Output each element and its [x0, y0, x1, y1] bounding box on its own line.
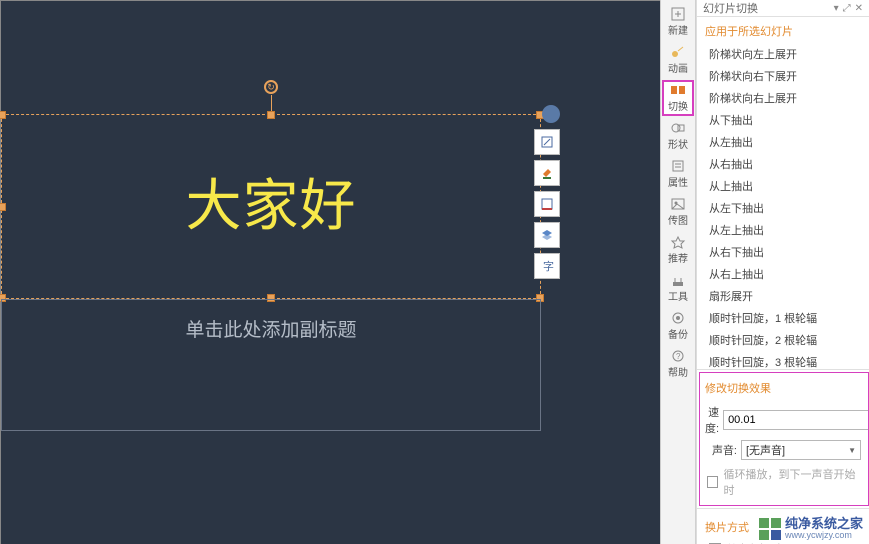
panel-dropdown-icon[interactable]: ▾ — [834, 3, 839, 14]
transition-item[interactable]: 扇形展开 — [697, 285, 869, 307]
side-tab-shape[interactable]: 形状 — [662, 118, 694, 154]
rec-icon — [670, 235, 686, 249]
rotate-handle-icon[interactable]: ↻ — [264, 80, 278, 94]
sound-value: [无声音] — [746, 442, 785, 458]
side-tab-backup[interactable]: 备份 — [662, 308, 694, 344]
mini-tool-outline-icon[interactable] — [534, 191, 560, 217]
side-tab-label: 动画 — [668, 60, 688, 75]
trans-icon — [670, 83, 686, 97]
transition-item[interactable]: 从左抽出 — [697, 131, 869, 153]
side-tab-rec[interactable]: 推荐 — [662, 232, 694, 268]
slide-canvas[interactable]: ↻ 大家好 单击此处添加副标题 字 — [0, 0, 660, 544]
advance-section-title: 换片方式 — [705, 513, 861, 539]
new-icon — [670, 7, 686, 21]
resize-handle-top-mid[interactable] — [267, 111, 275, 119]
transition-item[interactable]: 从左上抽出 — [697, 219, 869, 241]
side-tab-new[interactable]: 新建 — [662, 4, 694, 40]
loop-sound-label: 循环播放，到下一声音开始时 — [723, 466, 859, 498]
mini-tool-layers-icon[interactable] — [534, 222, 560, 248]
side-tab-prop[interactable]: 属性 — [662, 156, 694, 192]
speed-input[interactable] — [723, 410, 869, 430]
mini-tool-text-icon[interactable]: 字 — [534, 253, 560, 279]
panel-expand-icon[interactable]: ⤢ — [843, 3, 851, 14]
speed-label: 速度: — [705, 404, 719, 436]
side-tab-label: 备份 — [668, 326, 688, 341]
help-icon: ? — [670, 349, 686, 363]
transition-item[interactable]: 阶梯状向左上展开 — [697, 43, 869, 65]
transition-item[interactable]: 阶梯状向右下展开 — [697, 65, 869, 87]
modify-section-title: 修改切换效果 — [703, 374, 863, 400]
tool-icon — [670, 273, 686, 287]
side-tab-label: 工具 — [668, 288, 688, 303]
side-tab-label: 切换 — [668, 98, 688, 113]
panel-close-icon[interactable]: ✕ — [855, 3, 863, 14]
transition-item[interactable]: 从右抽出 — [697, 153, 869, 175]
side-tab-label: 属性 — [668, 174, 688, 189]
loop-sound-checkbox — [707, 476, 718, 488]
advance-section: 换片方式 ✔ 单击鼠标时 ✔ 排定 — [697, 508, 869, 544]
transition-item[interactable]: 顺时针回旋，2 根轮辐 — [697, 329, 869, 351]
side-tab-label: 帮助 — [668, 364, 688, 379]
side-tab-tool[interactable]: 工具 — [662, 270, 694, 306]
prop-icon — [670, 159, 686, 173]
panel-header: 幻灯片切换 ▾ ⤢ ✕ — [697, 0, 869, 17]
modify-effect-section: 修改切换效果 速度: ▲▼ 声音: [无声音] ▼ 循环播放，到下一声音开始时 — [697, 369, 869, 508]
svg-text:字: 字 — [543, 259, 554, 273]
resize-handle-mid-left[interactable] — [0, 203, 6, 211]
transition-item[interactable]: 阶梯状向右上展开 — [697, 87, 869, 109]
rotate-connector — [271, 95, 272, 111]
backup-icon — [670, 311, 686, 325]
transition-item[interactable]: 从右上抽出 — [697, 263, 869, 285]
title-text[interactable]: 大家好 — [2, 115, 540, 300]
sound-select[interactable]: [无声音] ▼ — [741, 440, 861, 460]
subtitle-text-box[interactable]: 单击此处添加副标题 — [1, 299, 541, 431]
apply-section-title: 应用于所选幻灯片 — [697, 17, 869, 43]
panel-title: 幻灯片切换 — [703, 0, 758, 16]
transition-item[interactable]: 顺时针回旋，1 根轮辐 — [697, 307, 869, 329]
mini-toolbar: 字 — [534, 129, 560, 279]
svg-text:?: ? — [676, 352, 681, 361]
transition-item[interactable]: 顺时针回旋，3 根轮辐 — [697, 351, 869, 369]
transition-item[interactable]: 从上抽出 — [697, 175, 869, 197]
mini-tool-fill-icon[interactable] — [534, 160, 560, 186]
mini-toolbar-handle-icon[interactable] — [542, 105, 560, 123]
side-tab-label: 传图 — [668, 212, 688, 227]
anim-icon — [670, 45, 686, 59]
chevron-down-icon: ▼ — [848, 446, 856, 455]
sound-label: 声音: — [705, 442, 737, 458]
side-tab-label: 推荐 — [668, 250, 688, 265]
side-tab-label: 形状 — [668, 136, 688, 151]
title-text-box[interactable]: ↻ 大家好 — [1, 114, 541, 299]
side-tab-label: 新建 — [668, 22, 688, 37]
transition-item[interactable]: 从左下抽出 — [697, 197, 869, 219]
shape-icon — [670, 121, 686, 135]
side-tab-pic[interactable]: 传图 — [662, 194, 694, 230]
resize-handle-top-left[interactable] — [0, 111, 6, 119]
transition-panel: 幻灯片切换 ▾ ⤢ ✕ 应用于所选幻灯片 阶梯状向左上展开阶梯状向右下展开阶梯状… — [696, 0, 869, 544]
transition-list[interactable]: 阶梯状向左上展开阶梯状向右下展开阶梯状向右上展开从下抽出从左抽出从右抽出从上抽出… — [697, 43, 869, 369]
transition-item[interactable]: 从右下抽出 — [697, 241, 869, 263]
side-tab-bar: 新建动画切换形状属性传图推荐工具备份? 帮助 — [660, 0, 696, 544]
mini-tool-edit-icon[interactable] — [534, 129, 560, 155]
subtitle-placeholder[interactable]: 单击此处添加副标题 — [2, 300, 540, 342]
loop-sound-row: 循环播放，到下一声音开始时 — [703, 464, 863, 500]
transition-item[interactable]: 从下抽出 — [697, 109, 869, 131]
side-tab-trans[interactable]: 切换 — [662, 80, 694, 116]
pic-icon — [670, 197, 686, 211]
side-tab-help[interactable]: ? 帮助 — [662, 346, 694, 382]
advance-on-click-row[interactable]: ✔ 单击鼠标时 — [705, 539, 861, 544]
side-tab-anim[interactable]: 动画 — [662, 42, 694, 78]
